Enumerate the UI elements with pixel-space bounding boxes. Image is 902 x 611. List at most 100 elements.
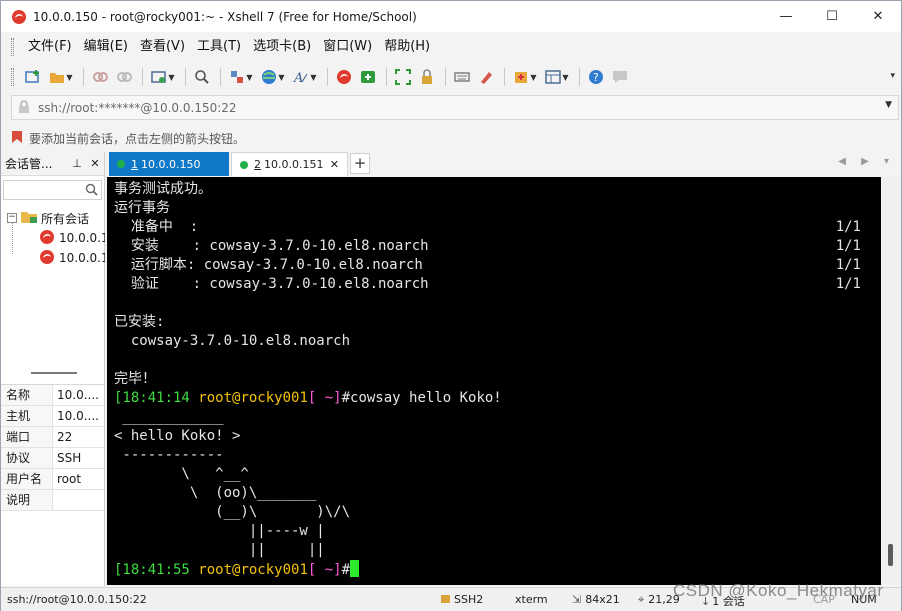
panel-splitter[interactable] — [31, 372, 77, 374]
status-connection: ssh://root@10.0.0.150:22 — [7, 593, 147, 606]
menu-edit[interactable]: 编辑(E) — [78, 36, 134, 58]
menu-file[interactable]: 文件(F) — [22, 36, 78, 58]
maximize-button[interactable]: ☐ — [809, 1, 855, 32]
tab-session-1[interactable]: 1 10.0.0.150 — [109, 152, 229, 176]
tab-number: 1 — [131, 157, 138, 171]
add-tab-button[interactable]: + — [350, 153, 370, 174]
close-tab-icon[interactable]: ✕ — [330, 158, 339, 171]
hint-text: 要添加当前会话，点击左侧的箭头按钮。 — [29, 131, 246, 146]
prompt-command: #cowsay hello Koko! — [341, 390, 502, 406]
tab-label: 10.0.0.151 — [264, 158, 324, 171]
terminal-prompt-line: [18:41:14 root@rocky001[ ~]#cowsay hello… — [114, 389, 502, 408]
menu-tools[interactable]: 工具(T) — [191, 36, 247, 58]
tree-root[interactable]: − 所有会话 — [7, 208, 89, 228]
menu-bar: 文件(F) 编辑(E) 查看(V) 工具(T) 选项卡(B) 窗口(W) 帮助(… — [1, 34, 901, 60]
lock-button[interactable] — [416, 66, 438, 88]
dropdown-arrow-icon: ▼ — [66, 72, 73, 82]
terminal-line: 运行事务 — [114, 200, 170, 216]
xftp-button[interactable] — [357, 66, 379, 88]
connected-status-icon — [117, 160, 125, 168]
address-bar[interactable]: ssh://root:*******@10.0.0.150:22 ▼ — [11, 95, 899, 120]
dropdown-arrow-icon: ▼ — [246, 72, 253, 82]
tab-session-2[interactable]: 2 10.0.0.151 ✕ — [231, 152, 348, 176]
minimize-button[interactable]: — — [763, 1, 809, 32]
prop-row-protocol: 协议 SSH — [1, 448, 104, 469]
menu-help[interactable]: 帮助(H) — [378, 36, 436, 58]
font-button[interactable]: A ▼ — [290, 66, 320, 88]
bookmark-arrow-icon[interactable] — [11, 130, 23, 147]
keyboard-button[interactable] — [451, 66, 473, 88]
globe-button[interactable]: ▼ — [258, 66, 288, 88]
terminal-scrollbar[interactable] — [881, 177, 901, 585]
dropdown-arrow-icon: ▼ — [168, 72, 175, 82]
tab-navigation-icons[interactable]: ◀ ▶ ▾ — [838, 156, 895, 167]
terminal-progress: 1/1 — [835, 276, 861, 292]
prop-key: 端口 — [1, 427, 53, 447]
xshell-session-icon — [39, 249, 55, 268]
tree-item-session-2[interactable]: 10.0.0.1 — [39, 248, 105, 268]
new-session-button[interactable] — [22, 66, 44, 88]
status-protocol-text: SSH2 — [454, 593, 484, 606]
disconnect-button[interactable] — [113, 66, 135, 88]
open-session-button[interactable]: ▼ — [46, 66, 76, 88]
reconnect-button[interactable] — [89, 66, 111, 88]
xshell-button[interactable] — [333, 66, 355, 88]
prompt-user: root@rocky001 — [198, 562, 308, 578]
session-manager-title: 会话管... — [5, 157, 53, 171]
prop-row-port: 端口 22 — [1, 427, 104, 448]
svg-text:A: A — [293, 71, 303, 85]
terminal-line: 运行脚本: cowsay-3.7.0-10.el8.noarch — [114, 257, 423, 273]
menu-grip[interactable] — [11, 38, 14, 56]
fullscreen-button[interactable] — [392, 66, 414, 88]
prop-key: 名称 — [1, 385, 53, 405]
prompt-user: root@rocky001 — [198, 390, 308, 406]
find-button[interactable] — [191, 66, 213, 88]
toolbar-overflow-icon[interactable]: ▾ — [890, 71, 895, 81]
layout-button[interactable]: ▼ — [542, 66, 572, 88]
prop-value — [53, 490, 104, 510]
help-button[interactable]: ? — [585, 66, 607, 88]
close-panel-button[interactable]: ✕ — [86, 157, 104, 170]
prompt-command: # — [341, 562, 351, 578]
terminal-cursor — [350, 560, 360, 577]
pin-icon[interactable]: ⊥ — [68, 157, 86, 170]
toolbar-separator — [386, 68, 387, 86]
terminal-line: 准备中 : — [114, 219, 199, 235]
lock-icon — [441, 595, 450, 603]
address-dropdown-icon[interactable]: ▼ — [885, 100, 892, 110]
prop-row-name: 名称 10.0.... — [1, 385, 104, 406]
tree-root-label: 所有会话 — [41, 211, 90, 226]
terminal-screen[interactable]: 事务测试成功。 运行事务 准备中 : 1/1 安装 : cowsay-3.7.0… — [107, 177, 881, 585]
scrollbar-thumb[interactable] — [888, 544, 893, 566]
terminal-line: cowsay-3.7.0-10.el8.noarch — [114, 333, 351, 349]
prompt-dir: [ ~] — [307, 562, 342, 578]
terminal-line: 完毕！ — [114, 371, 156, 387]
menu-tabs[interactable]: 选项卡(B) — [247, 36, 317, 58]
script-button[interactable]: ▼ — [510, 66, 540, 88]
status-protocol: SSH2 — [441, 593, 483, 606]
address-input[interactable]: ssh://root:*******@10.0.0.150:22 — [38, 101, 237, 115]
toolbar-separator — [185, 68, 186, 86]
close-window-button[interactable]: ✕ — [855, 1, 901, 32]
prompt-dir: [ ~] — [307, 390, 342, 406]
menu-window[interactable]: 窗口(W) — [317, 36, 378, 58]
chat-button[interactable] — [609, 66, 631, 88]
dropdown-arrow-icon: ▼ — [278, 72, 285, 82]
menu-view[interactable]: 查看(V) — [134, 36, 191, 58]
toolbar-separator — [142, 68, 143, 86]
tree-item-session-1[interactable]: 10.0.0.1 — [39, 228, 105, 248]
cow-line: < hello Koko! > — [114, 428, 241, 444]
search-icon[interactable] — [85, 183, 98, 199]
transfer-button[interactable]: ▼ — [226, 66, 256, 88]
highlight-button[interactable] — [475, 66, 497, 88]
watermark: CSDN @Koko_Hekmatyar — [673, 581, 884, 600]
tree-item-label: 10.0.0.1 — [59, 231, 105, 245]
terminal-progress: 1/1 — [835, 257, 861, 273]
status-size-text: 84x21 — [585, 593, 620, 606]
properties-button[interactable]: ▼ — [148, 66, 178, 88]
session-search-input[interactable] — [3, 180, 102, 200]
prompt-time: [18:41:14 — [114, 390, 190, 406]
toolbar-grip[interactable] — [11, 68, 14, 86]
cursor-icon: ⌖ — [638, 593, 645, 606]
session-manager-header: 会话管... ⊥ ✕ — [1, 152, 104, 176]
